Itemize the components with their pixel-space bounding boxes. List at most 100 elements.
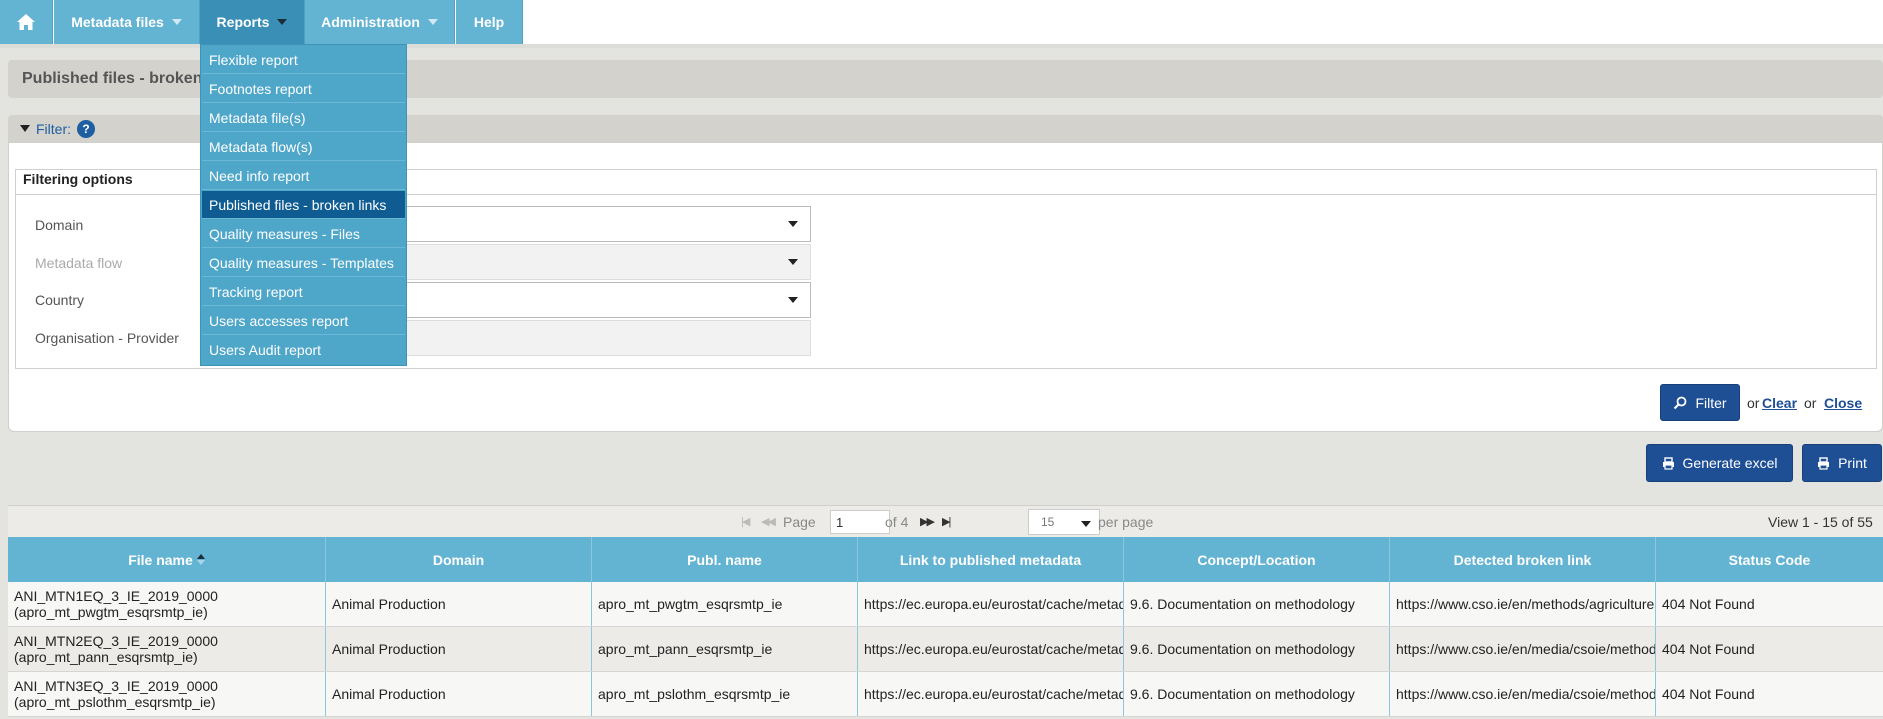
column-detected-broken-link[interactable]: Detected broken link	[1390, 537, 1656, 582]
last-page-icon[interactable]: ▶|	[942, 515, 951, 528]
nav-metadata-files-label: Metadata files	[71, 14, 164, 30]
cell-publ-name: apro_mt_pslothm_esqrsmtp_ie	[592, 672, 858, 716]
page-count: of 4	[885, 514, 909, 530]
column-header-label: Publ. name	[687, 551, 762, 568]
nav-reports[interactable]: Reports	[200, 0, 305, 44]
chevron-down-icon	[788, 297, 798, 303]
chevron-down-icon	[427, 19, 438, 25]
menu-item-users-audit-report[interactable]: Users Audit report	[202, 336, 405, 364]
cell-published-link[interactable]: https://ec.europa.eu/eurostat/cache/meta…	[858, 582, 1124, 626]
sort-icon	[196, 554, 205, 565]
column-header-label: Link to published metadata	[899, 551, 1082, 568]
table-body: ANI_MTN1EQ_3_IE_2019_0000 (apro_mt_pwgtm…	[8, 582, 1883, 717]
chevron-down-icon	[788, 221, 798, 227]
cell-concept-location: 9.6. Documentation on methodology	[1124, 582, 1390, 626]
cell-broken-link[interactable]: https://www.cso.ie/en/media/csoie/method…	[1390, 672, 1656, 716]
cell-status-code: 404 Not Found	[1662, 596, 1755, 612]
nav-administration-label: Administration	[321, 14, 420, 30]
column-status-code[interactable]: Status Code	[1656, 537, 1883, 582]
per-page-label: per page	[1098, 514, 1154, 530]
cell-concept-location: 9.6. Documentation on methodology	[1124, 672, 1390, 716]
menu-item-metadata-files[interactable]: Metadata file(s)	[202, 104, 405, 132]
cell-file-name: ANI_MTN2EQ_3_IE_2019_0000 (apro_mt_pann_…	[8, 627, 326, 671]
cell-published-link[interactable]: https://ec.europa.eu/eurostat/cache/meta…	[858, 672, 1124, 716]
per-page-value: 15	[1041, 515, 1055, 529]
nav-help[interactable]: Help	[456, 0, 523, 44]
table-row[interactable]: ANI_MTN1EQ_3_IE_2019_0000 (apro_mt_pwgtm…	[8, 582, 1883, 627]
menu-item-tracking-report[interactable]: Tracking report	[202, 278, 405, 306]
column-link-published-metadata[interactable]: Link to published metadata	[858, 537, 1124, 582]
table-row[interactable]: ANI_MTN2EQ_3_IE_2019_0000 (apro_mt_pann_…	[8, 627, 1883, 672]
filter-button-label: Filter	[1695, 394, 1727, 411]
menu-item-footnotes-report[interactable]: Footnotes report	[202, 75, 405, 103]
cell-broken-link[interactable]: https://www.cso.ie/en/methods/agricultur…	[1390, 582, 1656, 626]
top-navigation: Metadata files Reports Administration He…	[0, 0, 1883, 48]
table-header: File name Domain Publ. name Link to publ…	[8, 537, 1883, 582]
close-link[interactable]: Close	[1824, 395, 1862, 411]
filter-button[interactable]: Filter	[1660, 384, 1740, 421]
menu-item-metadata-flows[interactable]: Metadata flow(s)	[202, 133, 405, 161]
print-label: Print	[1838, 455, 1867, 471]
chevron-down-icon	[277, 19, 288, 25]
print-button[interactable]: Print	[1802, 444, 1882, 482]
menu-item-users-accesses-report[interactable]: Users accesses report	[202, 307, 405, 335]
generate-excel-label: Generate excel	[1682, 455, 1778, 471]
country-label: Country	[35, 292, 85, 308]
column-publ-name[interactable]: Publ. name	[592, 537, 858, 582]
nav-help-label: Help	[473, 14, 505, 30]
help-icon[interactable]: ?	[77, 119, 95, 138]
printer-icon	[1818, 456, 1830, 470]
generate-excel-button[interactable]: Generate excel	[1646, 444, 1793, 482]
menu-item-quality-measures-files[interactable]: Quality measures - Files	[202, 220, 405, 248]
filter-toggle-label[interactable]: Filter:	[36, 121, 71, 137]
first-page-icon[interactable]: |◀	[741, 515, 750, 528]
clear-link[interactable]: Clear	[1762, 395, 1797, 411]
cell-file-name: ANI_MTN1EQ_3_IE_2019_0000 (apro_mt_pwgtm…	[8, 582, 326, 626]
menu-item-need-info-report[interactable]: Need info report	[202, 162, 405, 190]
cell-domain: Animal Production	[326, 627, 592, 671]
view-range-text: View 1 - 15 of 55	[1768, 514, 1873, 530]
caret-down-icon	[20, 125, 30, 132]
cell-domain: Animal Production	[326, 582, 592, 626]
chevron-down-icon	[1081, 521, 1091, 527]
menu-item-quality-measures-templates[interactable]: Quality measures - Templates	[202, 249, 405, 277]
per-page-select[interactable]: 15	[1028, 509, 1100, 535]
reports-dropdown-menu: Flexible report Footnotes report Metadat…	[200, 44, 407, 366]
table-row[interactable]: ANI_MTN3EQ_3_IE_2019_0000 (apro_mt_pslot…	[8, 672, 1883, 717]
menu-item-published-files-broken-links[interactable]: Published files - broken links	[202, 191, 405, 219]
pager: |◀ ◀◀ Page of 4 ▶▶ ▶| 15 per page View 1…	[8, 505, 1883, 537]
cell-broken-link[interactable]: https://www.cso.ie/en/media/csoie/method…	[1390, 627, 1656, 671]
nav-administration[interactable]: Administration	[305, 0, 455, 44]
column-header-label: Status Code	[1728, 551, 1811, 568]
nav-reports-label: Reports	[216, 14, 270, 30]
printer-icon	[1662, 456, 1674, 470]
page-number-input[interactable]	[830, 510, 890, 534]
home-icon	[17, 14, 35, 30]
help-icon-label: ?	[82, 121, 90, 136]
cell-domain: Animal Production	[326, 672, 592, 716]
column-domain[interactable]: Domain	[326, 537, 592, 582]
page-label: Page	[783, 514, 816, 530]
column-file-name[interactable]: File name	[8, 537, 326, 582]
next-page-icon[interactable]: ▶▶	[920, 515, 935, 528]
column-header-label: Domain	[432, 551, 485, 568]
cell-publ-name: apro_mt_pwgtm_esqrsmtp_ie	[592, 582, 858, 626]
domain-label: Domain	[35, 217, 84, 233]
column-header-label: Concept/Location	[1197, 551, 1316, 568]
prev-page-icon[interactable]: ◀◀	[761, 515, 776, 528]
cell-file-name: ANI_MTN3EQ_3_IE_2019_0000 (apro_mt_pslot…	[8, 672, 326, 716]
cell-concept-location: 9.6. Documentation on methodology	[1124, 627, 1390, 671]
metadata-flow-label: Metadata flow	[35, 255, 123, 271]
chevron-down-icon	[788, 259, 798, 265]
chevron-down-icon	[171, 19, 182, 25]
nav-metadata-files[interactable]: Metadata files	[54, 0, 200, 44]
column-header-label: Detected broken link	[1453, 551, 1592, 568]
column-concept-location[interactable]: Concept/Location	[1124, 537, 1390, 582]
or-text: or	[1747, 395, 1760, 411]
menu-item-flexible-report[interactable]: Flexible report	[202, 46, 405, 74]
home-button[interactable]	[0, 0, 53, 44]
column-header-label: File name	[128, 551, 193, 568]
organisation-provider-label: Organisation - Provider	[35, 330, 179, 346]
or-text: or	[1804, 395, 1817, 411]
cell-published-link[interactable]: https://ec.europa.eu/eurostat/cache/meta…	[858, 627, 1124, 671]
